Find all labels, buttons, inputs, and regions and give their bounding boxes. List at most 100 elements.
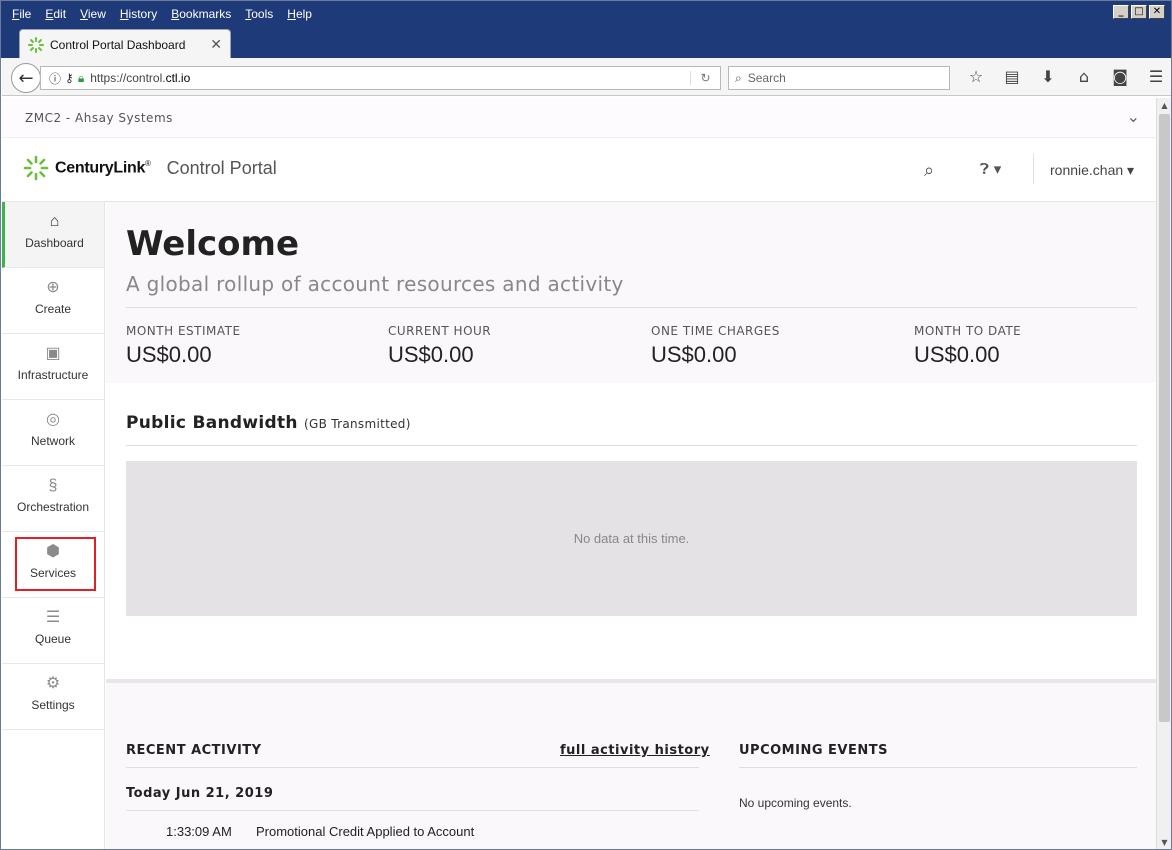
- scrollbar-thumb[interactable]: [1159, 114, 1170, 722]
- menu-history[interactable]: History: [113, 5, 164, 23]
- page-subtitle: A global rollup of account resources and…: [126, 272, 624, 296]
- recent-activity-title: RECENT ACTIVITY: [126, 743, 262, 758]
- header-search-icon[interactable]: ⌕: [924, 160, 934, 181]
- brand-name: CenturyLink®: [55, 158, 151, 177]
- key-icon: ⚷: [65, 71, 74, 85]
- menu-edit[interactable]: Edit: [38, 5, 73, 23]
- title-bar: File Edit View History Bookmarks Tools H…: [1, 1, 1171, 59]
- search-input[interactable]: ⌕ Search: [728, 66, 950, 90]
- account-bar[interactable]: ZMC2 - Ahsay Systems ⌄: [2, 98, 1156, 138]
- menu-bookmarks[interactable]: Bookmarks: [164, 5, 238, 23]
- home-icon: ⌂: [49, 213, 60, 230]
- metric-current-hour: CURRENT HOUR US$0.00: [388, 324, 491, 368]
- bookmark-star-icon[interactable]: ☆: [958, 67, 994, 86]
- metric-label: MONTH TO DATE: [914, 324, 1022, 338]
- navigation-toolbar: ← ⓘ ⚷ 🔒︎ https://control.ctl.io ↻ ⌕ Sear…: [2, 58, 1171, 96]
- sidebar-item-network[interactable]: ◎ Network: [2, 400, 104, 466]
- url-text: https://control.ctl.io: [90, 71, 191, 85]
- sidebar: ⌂ Dashboard ⊕ Create ▣ Infrastructure ◎ …: [2, 202, 105, 849]
- welcome-section: Welcome A global rollup of account resou…: [106, 202, 1156, 383]
- scroll-down-arrow-icon[interactable]: ▼: [1157, 835, 1171, 849]
- sidebar-item-label: Settings: [31, 698, 75, 712]
- metric-label: ONE TIME CHARGES: [651, 324, 780, 338]
- activity-date: Today Jun 21, 2019: [126, 786, 274, 801]
- menu-view[interactable]: View: [73, 5, 113, 23]
- header-divider: [1033, 154, 1034, 184]
- metric-value: US$0.00: [651, 342, 737, 367]
- menu-bar: File Edit View History Bookmarks Tools H…: [5, 5, 319, 23]
- metric-label: MONTH ESTIMATE: [126, 324, 241, 338]
- sidebar-item-label: Create: [34, 302, 72, 316]
- sidebar-item-orchestration[interactable]: § Orchestration: [2, 466, 104, 532]
- toolbar-icons: ☆ ▤ ⬇ ⌂ ◙ ☰: [958, 67, 1171, 86]
- help-icon[interactable]: ❓︎ ▾: [980, 160, 1001, 178]
- metric-one-time-charges: ONE TIME CHARGES US$0.00: [651, 324, 780, 368]
- sidebar-item-label: Infrastructure: [17, 368, 89, 382]
- dashboard-main: Welcome A global rollup of account resou…: [106, 202, 1156, 849]
- account-name: ZMC2 - Ahsay Systems: [25, 111, 173, 125]
- sidebar-item-label: Network: [30, 434, 75, 448]
- bandwidth-title: Public Bandwidth (GB Transmitted): [126, 413, 411, 433]
- chip-icon: ▣: [45, 345, 61, 362]
- pocket-icon[interactable]: ◙: [1102, 67, 1138, 86]
- sidebar-item-label: Queue: [34, 632, 72, 646]
- tab-title: Control Portal Dashboard: [50, 37, 186, 52]
- window-controls: _ □ ✕: [1113, 5, 1165, 19]
- services-highlight-box: [15, 537, 96, 591]
- chevron-down-icon[interactable]: ⌄: [1127, 107, 1140, 126]
- sidebar-item-dashboard[interactable]: ⌂ Dashboard: [2, 202, 104, 268]
- metric-month-estimate: MONTH ESTIMATE US$0.00: [126, 324, 241, 368]
- scroll-up-arrow-icon[interactable]: ▲: [1157, 98, 1171, 113]
- gear-icon: ⚙: [45, 675, 61, 692]
- info-icon: ⓘ: [49, 71, 62, 86]
- home-button-icon[interactable]: ⌂: [1066, 67, 1102, 86]
- menu-file[interactable]: File: [5, 5, 38, 23]
- sidebar-item-settings[interactable]: ⚙ Settings: [2, 664, 104, 730]
- page-title: Welcome: [126, 224, 300, 264]
- activity-section: RECENT ACTIVITY full activity history To…: [106, 683, 1156, 849]
- site-identity[interactable]: ⓘ ⚷ 🔒︎: [41, 70, 90, 87]
- metric-value: US$0.00: [388, 342, 474, 367]
- user-menu[interactable]: ronnie.chan ▾: [1050, 162, 1134, 179]
- centurylink-logo-icon: [23, 155, 49, 181]
- web-page: ZMC2 - Ahsay Systems ⌄ CenturyLink® Cont…: [2, 98, 1156, 849]
- reading-list-icon[interactable]: ▤: [994, 67, 1030, 86]
- close-window-button[interactable]: ✕: [1149, 5, 1165, 19]
- sidebar-item-label: Orchestration: [16, 500, 90, 514]
- sidebar-item-queue[interactable]: ☰ Queue: [2, 598, 104, 664]
- metric-value: US$0.00: [126, 342, 212, 367]
- globe-icon: ◎: [46, 411, 60, 428]
- tab-close-icon[interactable]: ✕: [210, 36, 222, 53]
- divider: [126, 767, 699, 768]
- logo[interactable]: CenturyLink® Control Portal: [23, 155, 277, 181]
- download-icon[interactable]: ⬇: [1030, 67, 1066, 86]
- minimize-button[interactable]: _: [1113, 5, 1129, 19]
- maximize-button[interactable]: □: [1131, 5, 1147, 19]
- search-icon: ⌕: [735, 70, 742, 85]
- upcoming-events-title: UPCOMING EVENTS: [739, 743, 888, 758]
- menu-help[interactable]: Help: [280, 5, 319, 23]
- search-placeholder: Search: [747, 71, 786, 85]
- sidebar-item-create[interactable]: ⊕ Create: [2, 268, 104, 334]
- hamburger-menu-icon[interactable]: ☰: [1138, 67, 1171, 86]
- page-scrollbar[interactable]: ▲ ▼: [1156, 98, 1171, 849]
- queue-icon: ☰: [45, 609, 61, 626]
- browser-tab[interactable]: Control Portal Dashboard ✕: [19, 29, 231, 59]
- menu-tools[interactable]: Tools: [238, 5, 280, 23]
- activity-text[interactable]: Promotional Credit Applied to Account: [256, 824, 474, 839]
- orchestration-icon: §: [48, 477, 58, 494]
- divider: [126, 810, 699, 811]
- full-activity-history-link[interactable]: full activity history: [560, 743, 710, 758]
- centurylink-favicon-icon: [28, 36, 44, 53]
- divider: [126, 445, 1137, 446]
- back-button[interactable]: ←: [11, 63, 41, 93]
- url-bar[interactable]: ⓘ ⚷ 🔒︎ https://control.ctl.io ↻: [40, 66, 721, 90]
- sidebar-item-infrastructure[interactable]: ▣ Infrastructure: [2, 334, 104, 400]
- back-arrow-icon: ←: [18, 67, 34, 89]
- divider: [126, 307, 1137, 308]
- reload-icon[interactable]: ↻: [690, 71, 720, 85]
- metric-label: CURRENT HOUR: [388, 324, 492, 338]
- metric-value: US$0.00: [914, 342, 1000, 367]
- portal-header: CenturyLink® Control Portal ⌕ ❓︎ ▾ ronni…: [2, 138, 1156, 202]
- sidebar-item-label: Dashboard: [25, 236, 84, 250]
